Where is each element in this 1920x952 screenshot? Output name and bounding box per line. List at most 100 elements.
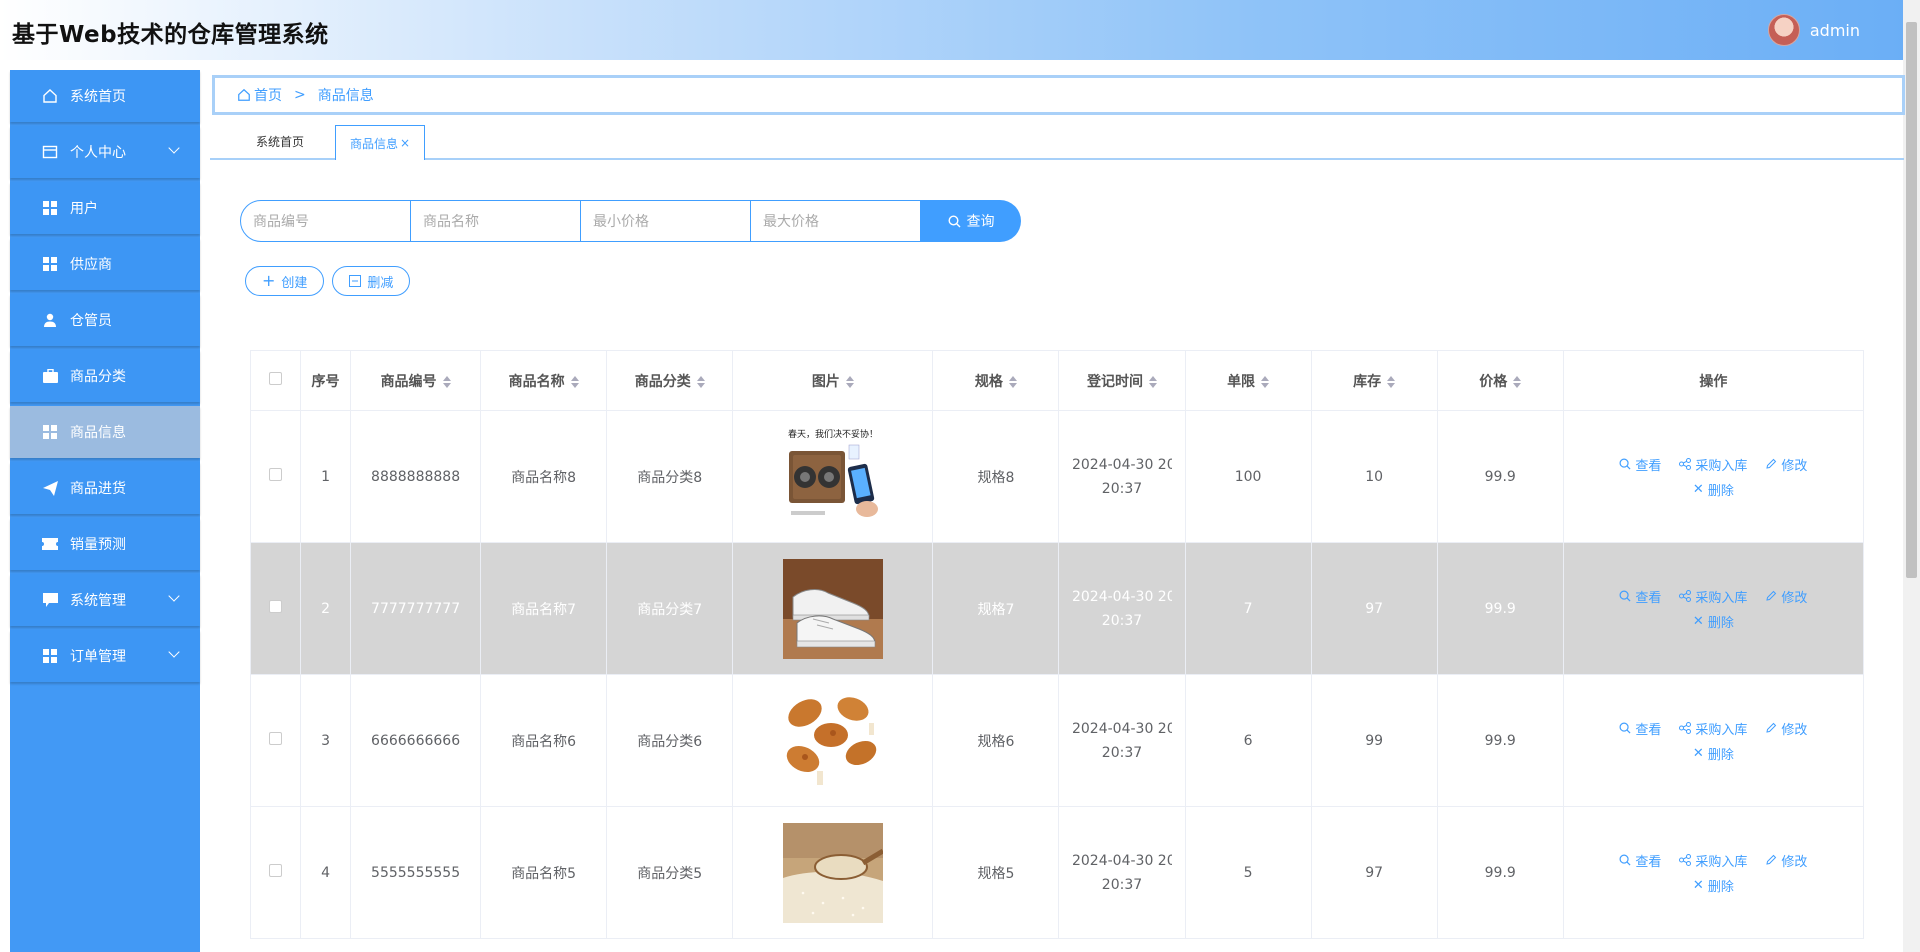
user-menu[interactable]: admin [1767, 14, 1860, 46]
purchase-button[interactable]: 采购入库 [1679, 851, 1747, 870]
edit-button[interactable]: 修改 [1765, 587, 1807, 606]
max-price-input[interactable]: 最大价格 [751, 200, 921, 242]
search-icon [947, 214, 960, 227]
edit-button[interactable]: 修改 [1765, 851, 1807, 870]
search-icon [1619, 590, 1631, 602]
operations-cell: 查看 采购入库 修改 ✕ 删除 [1562, 674, 1865, 807]
breadcrumb-home[interactable]: 首页 [254, 85, 282, 105]
sort-icon[interactable] [1008, 375, 1017, 388]
rice-image[interactable] [782, 822, 883, 923]
breadcrumb-separator: > [294, 87, 306, 103]
table-row[interactable]: 4 5555555555 商品名称5 商品分类5 规格5 2024-04-30 … [249, 806, 1865, 939]
close-icon: ✕ [1692, 481, 1704, 497]
table-row[interactable]: 2 7777777777 商品名称7 商品分类7 规格7 2024-04-30 … [249, 542, 1865, 675]
close-icon: ✕ [1692, 745, 1704, 761]
tab-home[interactable]: 系统首页 [230, 125, 330, 158]
sort-icon[interactable] [845, 375, 854, 388]
column-header[interactable]: 商品分类 [606, 350, 734, 411]
view-button[interactable]: 查看 [1619, 719, 1661, 738]
column-header[interactable]: 登记时间 [1058, 350, 1186, 411]
column-header[interactable]: 商品编号 [350, 350, 482, 411]
sort-icon[interactable] [1387, 375, 1396, 388]
scrollbar-thumb[interactable] [1906, 22, 1917, 578]
sidebar-item-supplier[interactable]: 供应商 [10, 238, 200, 290]
delete-button[interactable]: 删减 [332, 266, 411, 296]
breadcrumb-current: 商品信息 [317, 88, 374, 104]
fried-chicken-image[interactable] [782, 690, 883, 791]
sort-icon[interactable] [1148, 375, 1157, 388]
delete-row-button[interactable]: ✕ 删除 [1693, 480, 1734, 499]
view-button[interactable]: 查看 [1619, 587, 1661, 606]
column-header[interactable]: 规格 [932, 350, 1060, 411]
column-header: 操作 [1562, 350, 1865, 411]
purchase-button[interactable]: 采购入库 [1679, 587, 1747, 606]
column-header[interactable]: 图片 [732, 350, 934, 411]
delete-row-button[interactable]: ✕ 删除 [1693, 876, 1734, 895]
stock-cell: 97 [1310, 542, 1438, 675]
image-caption: 春天，我们决不妥协！ [788, 428, 878, 440]
column-header-label: 单限 [1227, 373, 1256, 390]
stock-cell: 99 [1310, 674, 1438, 807]
sidebar-item-label: 仓管员 [70, 313, 112, 329]
avatar[interactable] [1767, 14, 1800, 46]
sort-icon[interactable] [570, 375, 579, 388]
close-icon[interactable]: × [400, 136, 410, 150]
row-checkbox[interactable] [269, 864, 282, 877]
username[interactable]: admin [1810, 21, 1860, 40]
sneakers-image[interactable] [782, 558, 883, 659]
query-button[interactable]: 查询 [921, 200, 1021, 242]
sidebar-item-profile[interactable]: 个人中心 [10, 126, 200, 178]
sidebar-item-forecast[interactable]: 销量预测 [10, 518, 200, 570]
min-price-input[interactable]: 最小价格 [581, 200, 751, 242]
column-header-label: 商品编号 [380, 373, 437, 390]
table-row[interactable]: 1 8888888888 商品名称8 商品分类8 春天，我们决不妥协！ 规格8 … [249, 410, 1865, 543]
time-line: 20:37 [1101, 612, 1143, 629]
column-header-label: 商品名称 [508, 373, 565, 390]
purchase-button[interactable]: 采购入库 [1679, 455, 1747, 474]
sidebar-item-system[interactable]: 系统管理 [10, 574, 200, 626]
delete-row-button[interactable]: ✕ 删除 [1693, 744, 1734, 763]
sidebar-item-orders[interactable]: 订单管理 [10, 630, 200, 682]
speaker-image[interactable]: 春天，我们决不妥协！ [782, 426, 883, 527]
grid-icon [42, 200, 58, 216]
select-all-checkbox[interactable] [269, 372, 282, 385]
row-checkbox[interactable] [269, 468, 282, 481]
view-button[interactable]: 查看 [1619, 455, 1661, 474]
delete-row-button[interactable]: ✕ 删除 [1693, 612, 1734, 631]
sidebar-item-label: 商品分类 [70, 369, 126, 385]
column-header[interactable]: 单限 [1184, 350, 1312, 411]
sidebar-item-home[interactable]: 系统首页 [10, 70, 200, 122]
sidebar-item-keeper[interactable]: 仓管员 [10, 294, 200, 346]
op-label: 查看 [1635, 854, 1662, 870]
stock-cell: 97 [1310, 806, 1438, 939]
edit-button[interactable]: 修改 [1765, 719, 1807, 738]
main-content: 首页 > 商品信息 系统首页 商品信息 × 商品编号 商品名称 最小价格 最大价格… [210, 70, 1905, 952]
purchase-button[interactable]: 采购入库 [1679, 719, 1747, 738]
card-icon [42, 144, 58, 160]
sidebar-item-goods-info[interactable]: 商品信息 [10, 406, 200, 458]
edit-button[interactable]: 修改 [1765, 455, 1807, 474]
column-header[interactable]: 库存 [1310, 350, 1438, 411]
sidebar-item-purchase[interactable]: 商品进货 [10, 462, 200, 514]
row-checkbox[interactable] [269, 600, 282, 613]
column-header[interactable]: 价格 [1436, 350, 1564, 411]
row-checkbox[interactable] [269, 732, 282, 745]
view-button[interactable]: 查看 [1619, 851, 1661, 870]
tab-goods-info[interactable]: 商品信息 × [335, 125, 425, 160]
price-cell: 99.9 [1436, 542, 1564, 675]
time-line: 2024-04-30 20: [1071, 852, 1172, 869]
page-scrollbar[interactable] [1903, 0, 1920, 952]
sort-icon[interactable] [442, 375, 451, 388]
sort-icon[interactable] [696, 375, 705, 388]
sort-icon[interactable] [1261, 375, 1270, 388]
sort-icon[interactable] [1513, 375, 1522, 388]
create-button[interactable]: + 创建 [245, 266, 325, 296]
goods-code-input[interactable]: 商品编号 [240, 200, 411, 242]
delete-button-label: 删减 [367, 275, 394, 291]
column-header[interactable]: 商品名称 [480, 350, 608, 411]
sidebar-item-label: 商品进货 [70, 481, 126, 497]
table-row[interactable]: 3 6666666666 商品名称6 商品分类6 规格6 2024-04-30 … [249, 674, 1865, 807]
sidebar-item-category[interactable]: 商品分类 [10, 350, 200, 402]
sidebar-item-users[interactable]: 用户 [10, 182, 200, 234]
goods-name-input[interactable]: 商品名称 [411, 200, 581, 242]
